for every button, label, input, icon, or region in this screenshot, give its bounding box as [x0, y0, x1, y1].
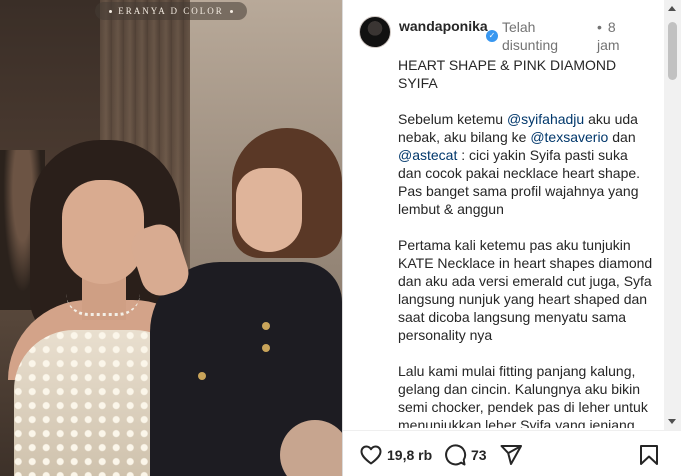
post-caption: HEART SHAPE & PINK DIAMOND SYIFA Sebelum… — [343, 56, 663, 428]
share-icon[interactable] — [499, 443, 523, 467]
mention-link[interactable]: @syifahadju — [507, 111, 584, 127]
bullet-dot — [109, 9, 113, 13]
like-count[interactable]: 19,8 rb — [387, 447, 432, 463]
caption-paragraph: Sebelum ketemu @syifahadju aku uda nebak… — [398, 110, 653, 218]
scrollbar-thumb[interactable] — [668, 22, 677, 80]
post-photo[interactable]: ERANYA D COLOR — [0, 0, 342, 476]
comment-count[interactable]: 73 — [471, 447, 487, 463]
edited-label: Telah disunting — [502, 19, 559, 53]
action-bar: 19,8 rb 73 — [343, 430, 681, 476]
caption-text: Sebelum ketemu — [398, 111, 507, 127]
username-link[interactable]: wandaponika — [399, 18, 488, 35]
scrollbar[interactable] — [664, 0, 681, 430]
scroll-up-arrow-icon[interactable] — [668, 6, 676, 11]
verified-badge-icon: ✓ — [486, 30, 498, 42]
caption-paragraph: Pertama kali ketemu pas aku tunjukin KAT… — [398, 237, 653, 343]
bullet-dot — [229, 9, 233, 13]
post-time[interactable]: • 8 jam — [597, 18, 637, 54]
avatar[interactable] — [359, 16, 391, 48]
brand-watermark: ERANYA D COLOR — [95, 2, 247, 20]
scroll-down-arrow-icon[interactable] — [668, 419, 676, 424]
model-face — [62, 180, 144, 284]
pearl-necklace — [66, 294, 140, 316]
caption-title: HEART SHAPE & PINK DIAMOND SYIFA — [398, 57, 617, 91]
jacket-button — [262, 344, 270, 352]
brand-text: ERANYA D COLOR — [118, 6, 224, 16]
mention-link[interactable]: @astecat — [398, 147, 457, 163]
bookmark-icon[interactable] — [637, 443, 661, 467]
post-header: wandaponika ✓ Telah disunting • 8 jam — [343, 0, 681, 56]
stylist-face — [236, 168, 302, 252]
jacket-button — [198, 372, 206, 380]
jacket-button — [262, 322, 270, 330]
mention-link[interactable]: @texsaverio — [530, 129, 608, 145]
comment-icon[interactable] — [443, 443, 467, 467]
caption-text: dan — [608, 129, 636, 145]
caption-paragraph: Lalu kami mulai fitting panjang kalung, … — [398, 363, 648, 428]
heart-icon[interactable] — [359, 443, 383, 467]
time-separator: • — [597, 19, 602, 35]
